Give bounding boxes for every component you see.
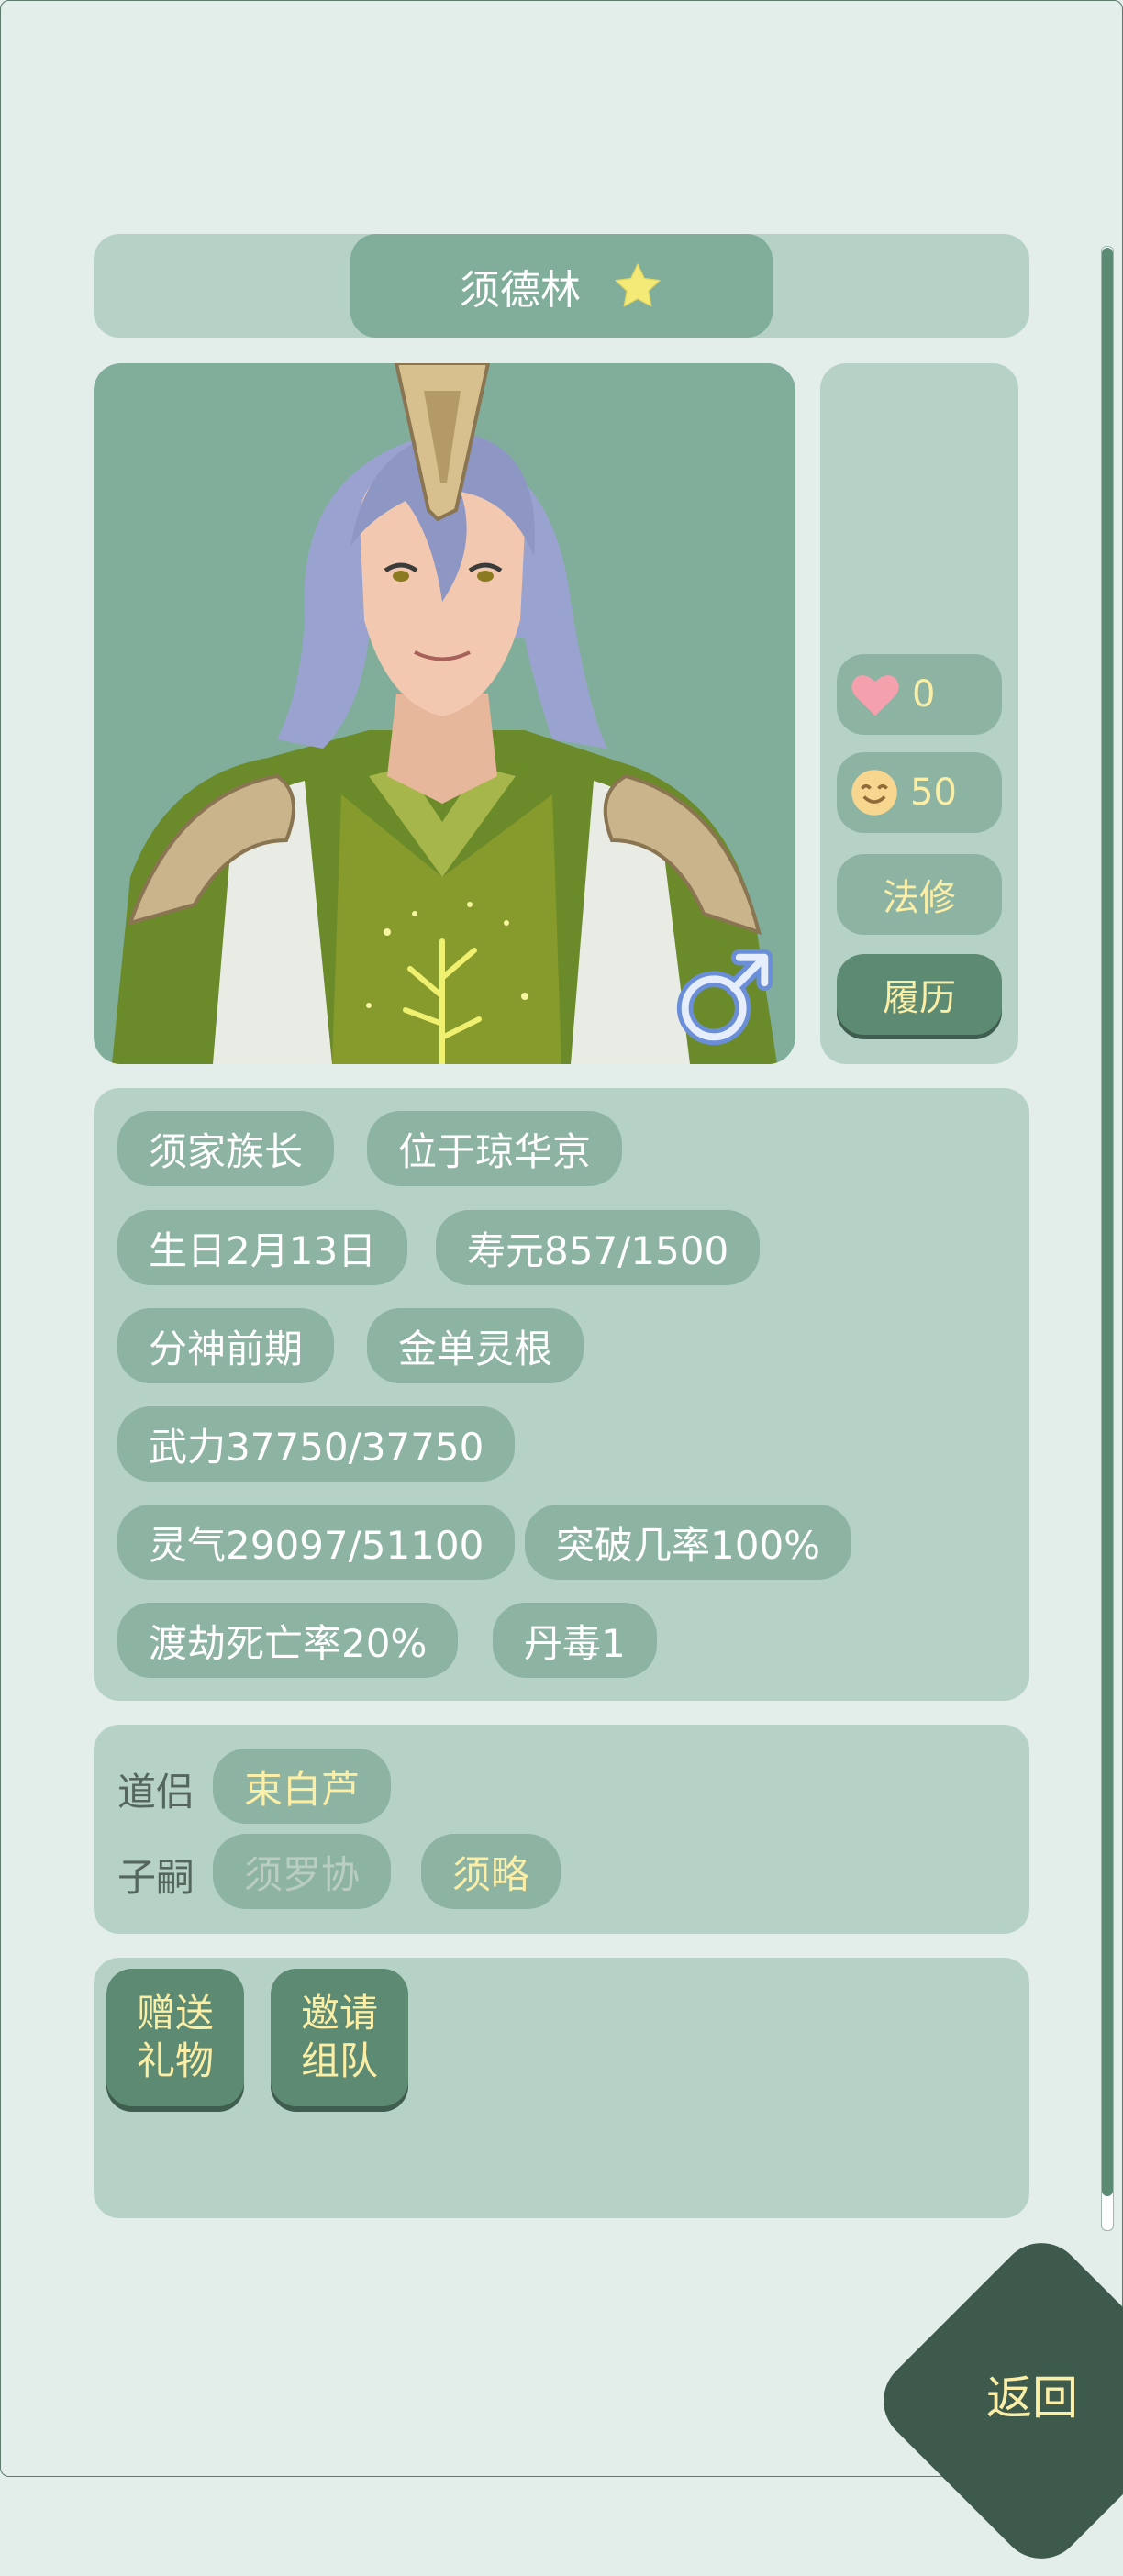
- gift-button[interactable]: 赠送 礼物: [106, 1969, 244, 2106]
- character-name-pill: 须德林: [350, 234, 773, 338]
- affection-value: 0: [912, 673, 936, 716]
- info-tag-power: 武力37750/37750: [117, 1406, 516, 1482]
- info-tag-spirit-energy: 灵气29097/51100: [117, 1505, 516, 1580]
- invite-team-button[interactable]: 邀请 组队: [271, 1969, 408, 2106]
- info-tag-lifespan: 寿元857/1500: [436, 1210, 761, 1285]
- mood-badge[interactable]: 50: [837, 752, 1002, 833]
- mood-value: 50: [910, 772, 957, 814]
- back-label[interactable]: 返回: [954, 2362, 1110, 2426]
- character-name: 须德林: [460, 266, 581, 314]
- children-label: 子嗣: [117, 1855, 195, 1900]
- partner-label: 道侣: [117, 1770, 195, 1815]
- partner-pill[interactable]: 束白芦: [213, 1749, 392, 1824]
- info-tag-pill-toxicity: 丹毒1: [493, 1603, 657, 1678]
- child-pill-2[interactable]: 须略: [421, 1834, 562, 1909]
- affection-badge[interactable]: 0: [837, 654, 1002, 735]
- info-tag-spirit-root: 金单灵根: [367, 1308, 584, 1383]
- cultivation-path-button[interactable]: 法修: [837, 854, 1002, 935]
- male-icon: [676, 949, 773, 1046]
- heart-icon: [851, 675, 899, 716]
- smile-face-icon: [851, 770, 897, 816]
- info-tag-realm: 分神前期: [117, 1308, 335, 1383]
- child-pill-1[interactable]: 须罗协: [213, 1834, 392, 1909]
- info-tag-title: 须家族长: [117, 1111, 335, 1186]
- history-button[interactable]: 履历: [837, 954, 1002, 1035]
- info-tag-birthday: 生日2月13日: [117, 1210, 408, 1285]
- history-label: 履历: [883, 977, 956, 1019]
- star-icon[interactable]: [612, 261, 663, 312]
- cultivation-path-label: 法修: [883, 877, 956, 919]
- scrollbar-thumb[interactable]: [1102, 248, 1113, 2196]
- info-tag-tribulation-death: 渡劫死亡率20%: [117, 1603, 459, 1678]
- info-tag-location: 位于琼华京: [367, 1111, 623, 1186]
- info-tag-breakthrough: 突破几率100%: [525, 1505, 852, 1580]
- character-portrait: [94, 363, 795, 1064]
